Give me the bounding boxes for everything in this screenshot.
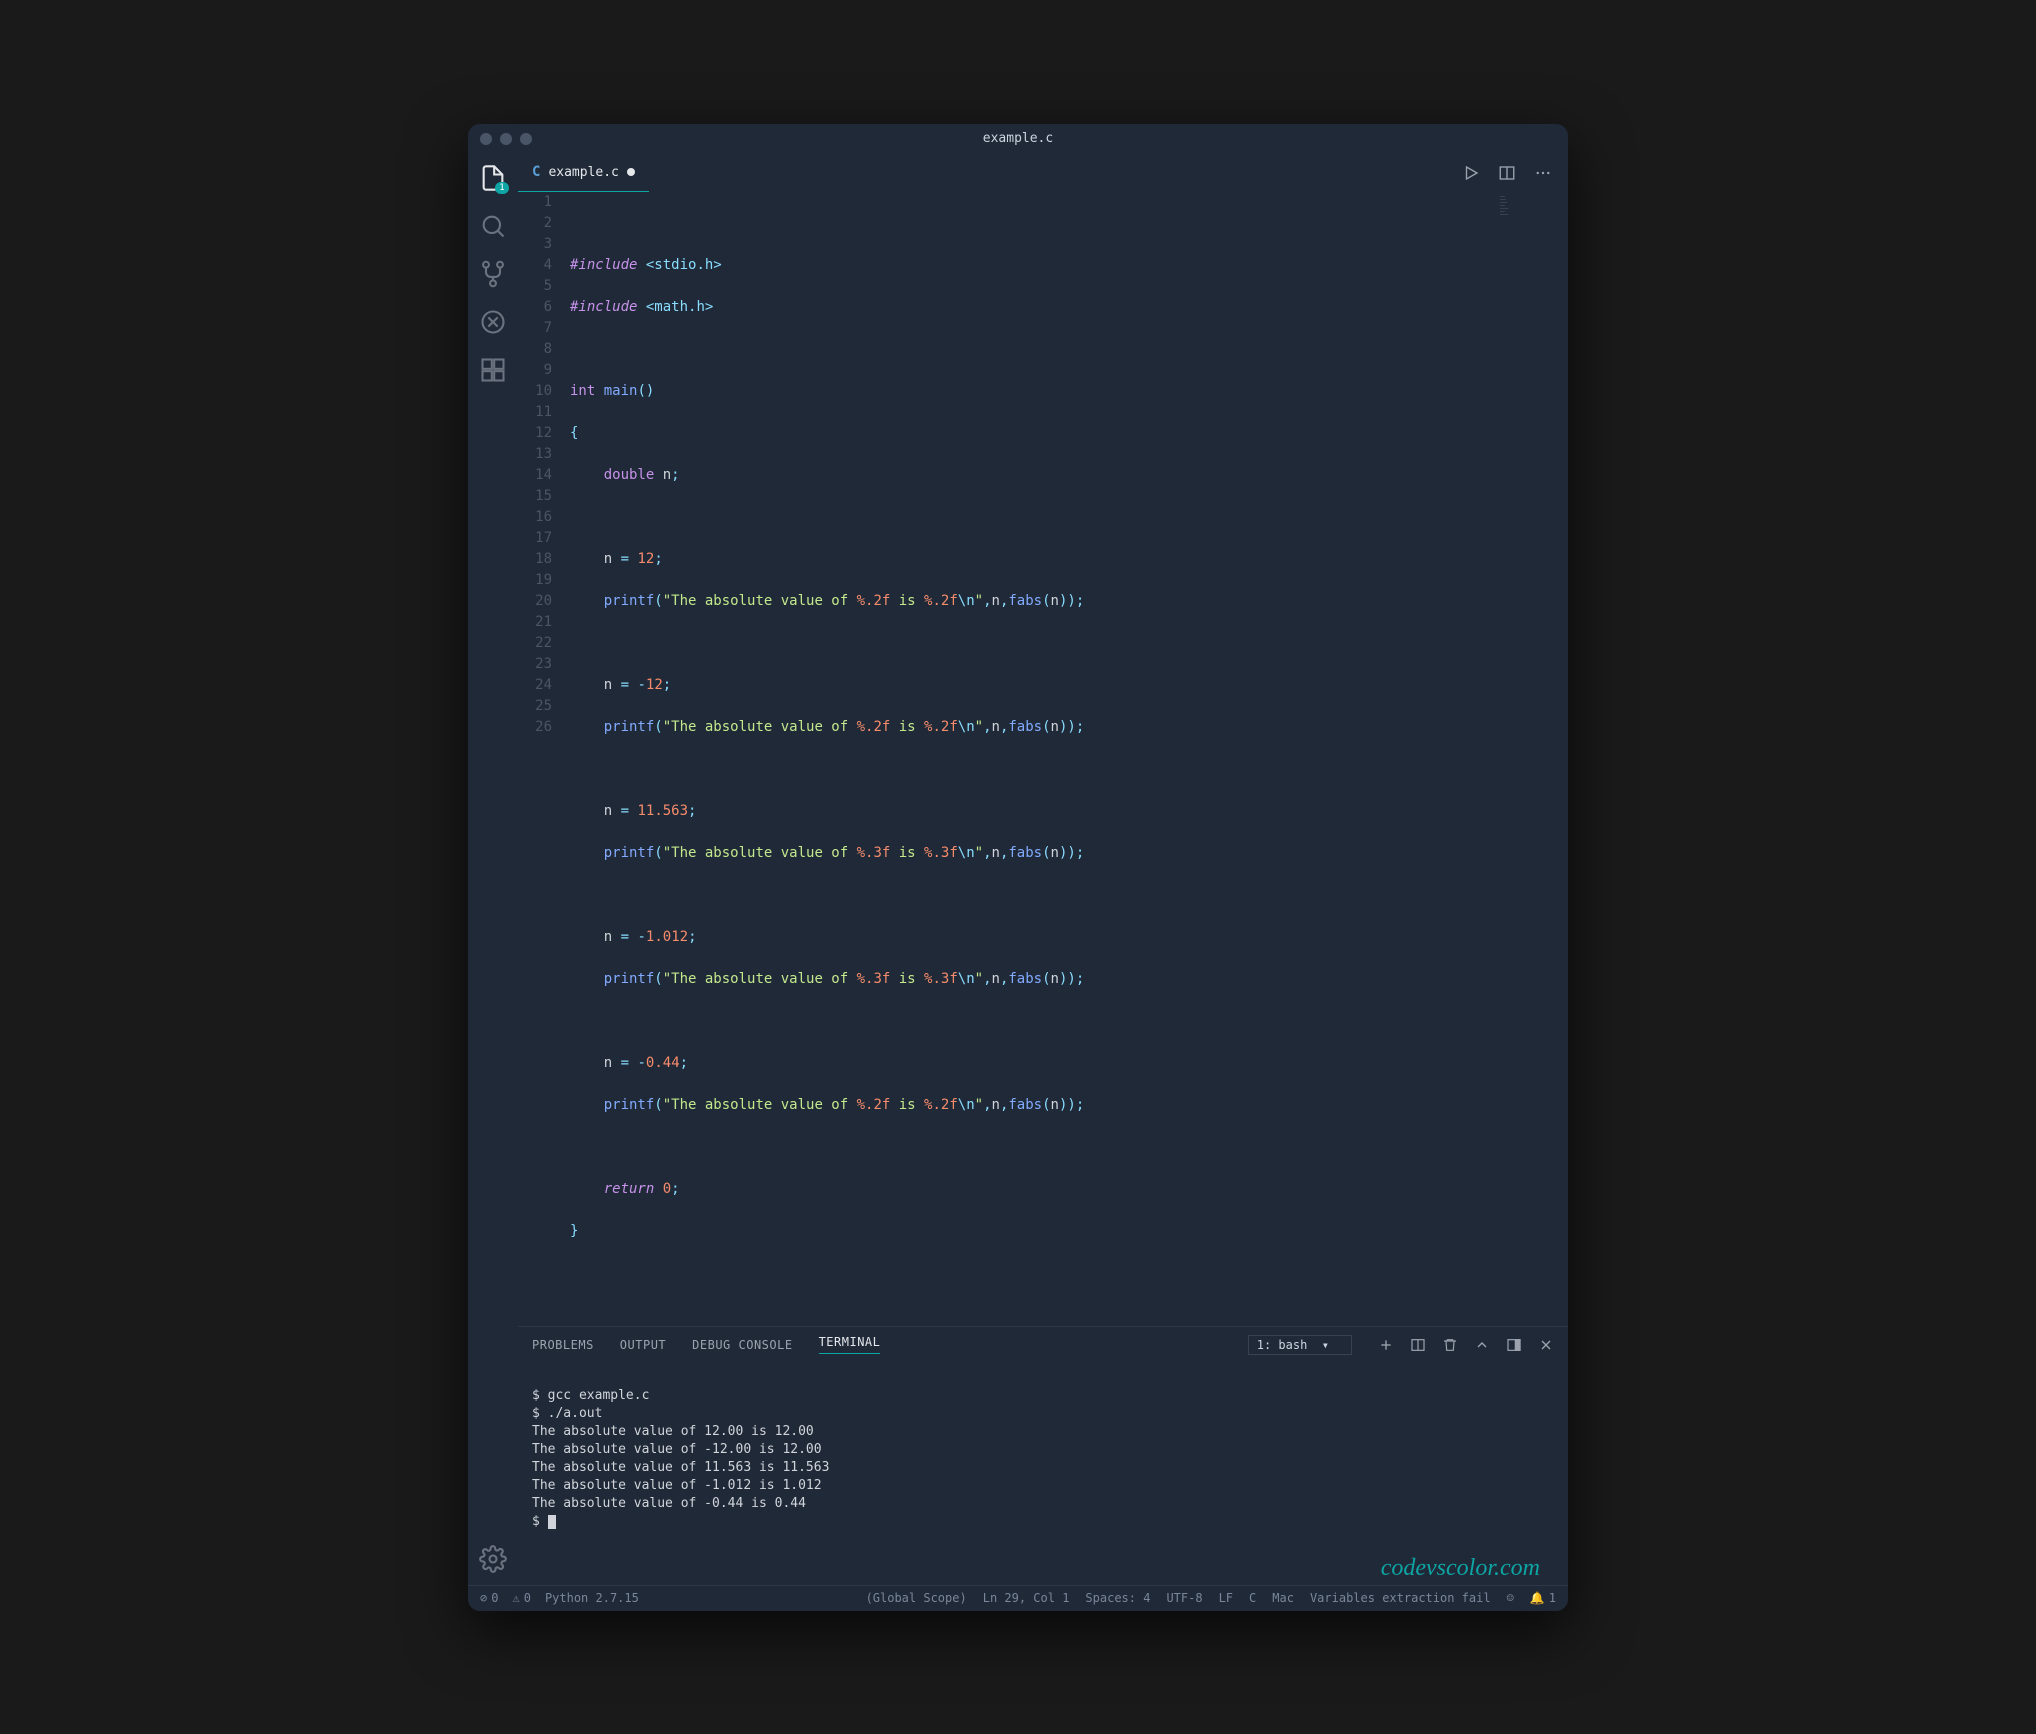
- status-python[interactable]: Python 2.7.15: [545, 1591, 639, 1605]
- status-language[interactable]: C: [1249, 1591, 1256, 1605]
- maximize-panel-icon[interactable]: [1474, 1337, 1490, 1353]
- debug-icon[interactable]: [479, 308, 507, 336]
- line-number-gutter: 1234567891011121314151617181920212223242…: [518, 192, 570, 1326]
- minimap[interactable]: ▬▬▬▬▬▬▬▬▬▬▬▬▬▬▬▬▬▬▬▬▬▬▬▬▬▬▬▬▬▬▬▬▬▬▬▬▬: [1500, 196, 1560, 276]
- unsaved-indicator-icon: [627, 168, 635, 176]
- status-feedback-icon[interactable]: ☺: [1507, 1591, 1514, 1605]
- editor-window: example.c 1: [468, 124, 1568, 1611]
- bottom-panel: PROBLEMS OUTPUT DEBUG CONSOLE TERMINAL 1…: [518, 1326, 1568, 1585]
- maximize-window[interactable]: [520, 133, 532, 145]
- status-indentation[interactable]: Spaces: 4: [1085, 1591, 1150, 1605]
- explorer-icon[interactable]: 1: [479, 164, 507, 192]
- kill-terminal-icon[interactable]: [1442, 1337, 1458, 1353]
- run-icon[interactable]: [1462, 164, 1480, 182]
- panel-tabs: PROBLEMS OUTPUT DEBUG CONSOLE TERMINAL 1…: [518, 1327, 1568, 1363]
- status-warnings[interactable]: ⚠ 0: [512, 1591, 530, 1605]
- tab-example-c[interactable]: C example.c: [518, 154, 649, 192]
- activity-bar: 1: [468, 154, 518, 1585]
- tab-problems[interactable]: PROBLEMS: [532, 1338, 594, 1352]
- close-panel-icon[interactable]: [1538, 1337, 1554, 1353]
- close-window[interactable]: [480, 133, 492, 145]
- status-encoding[interactable]: UTF-8: [1166, 1591, 1202, 1605]
- split-terminal-icon[interactable]: [1410, 1337, 1426, 1353]
- terminal-selector[interactable]: 1: bash ▾: [1248, 1335, 1352, 1355]
- minimize-window[interactable]: [500, 133, 512, 145]
- new-terminal-icon[interactable]: [1378, 1337, 1394, 1353]
- tab-bar: C example.c: [518, 154, 1568, 192]
- terminal-output[interactable]: $ gcc example.c $ ./a.out The absolute v…: [518, 1363, 1568, 1585]
- code-content[interactable]: #include <stdio.h> #include <math.h> int…: [570, 192, 1568, 1326]
- tab-debug-console[interactable]: DEBUG CONSOLE: [692, 1338, 792, 1352]
- search-icon[interactable]: [479, 212, 507, 240]
- watermark: codevscolor.com: [1381, 1559, 1540, 1577]
- tab-filename: example.c: [548, 165, 618, 180]
- status-os[interactable]: Mac: [1272, 1591, 1294, 1605]
- status-eol[interactable]: LF: [1219, 1591, 1233, 1605]
- code-editor[interactable]: 1234567891011121314151617181920212223242…: [518, 192, 1568, 1326]
- source-control-icon[interactable]: [479, 260, 507, 288]
- explorer-badge: 1: [495, 182, 509, 194]
- status-cursor-position[interactable]: Ln 29, Col 1: [983, 1591, 1070, 1605]
- status-scope[interactable]: (Global Scope): [866, 1591, 967, 1605]
- status-message[interactable]: Variables extraction fail: [1310, 1591, 1491, 1605]
- tab-terminal[interactable]: TERMINAL: [819, 1335, 881, 1354]
- panel-layout-icon[interactable]: [1506, 1337, 1522, 1353]
- terminal-cursor: [548, 1515, 556, 1529]
- status-bar: ⊘ 0 ⚠ 0 Python 2.7.15 (Global Scope) Ln …: [468, 1585, 1568, 1611]
- more-actions-icon[interactable]: [1534, 164, 1552, 182]
- tab-output[interactable]: OUTPUT: [620, 1338, 666, 1352]
- c-language-icon: C: [532, 164, 540, 180]
- settings-gear-icon[interactable]: [479, 1545, 507, 1573]
- status-notifications-icon[interactable]: 🔔 1: [1530, 1591, 1556, 1605]
- split-editor-icon[interactable]: [1498, 164, 1516, 182]
- editor-actions: [1462, 154, 1568, 192]
- titlebar: example.c: [468, 124, 1568, 154]
- status-errors[interactable]: ⊘ 0: [480, 1591, 498, 1605]
- window-title: example.c: [983, 131, 1053, 146]
- extensions-icon[interactable]: [479, 356, 507, 384]
- window-controls: [480, 133, 532, 145]
